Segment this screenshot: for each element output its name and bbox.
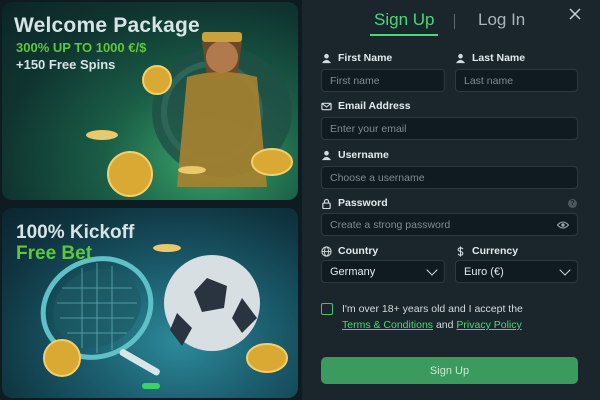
welcome-title: Welcome Package (14, 14, 200, 37)
first-name-field[interactable] (321, 69, 445, 92)
kickoff-card[interactable]: 100% Kickoff Free Bet (2, 208, 298, 398)
dollar-icon (457, 245, 464, 257)
username-label-text: Username (338, 149, 389, 161)
user-icon (321, 150, 332, 160)
password-label-text: Password (338, 197, 388, 209)
first-name-label-text: First Name (338, 52, 393, 64)
username-field[interactable] (321, 166, 578, 189)
signup-submit-button[interactable]: Sign Up (321, 357, 578, 384)
welcome-bonus: 300% UP TO 1000 €/$ (16, 40, 147, 55)
country-label: Country (321, 245, 378, 257)
active-tab-indicator (370, 34, 438, 36)
country-label-text: Country (338, 245, 379, 257)
tab-login[interactable]: Log In (478, 10, 525, 30)
age-terms-checkbox[interactable] (321, 303, 333, 315)
first-name-label: First Name (321, 52, 392, 64)
kickoff-subtitle: Free Bet (16, 243, 93, 264)
country-value: Germany (330, 265, 376, 278)
first-name-input[interactable] (330, 74, 436, 87)
terms-and-text: and (435, 319, 454, 331)
close-icon[interactable] (568, 8, 582, 22)
auth-tabs: Sign Up Log In (302, 8, 600, 38)
currency-label-text: Currency (472, 245, 519, 257)
currency-select[interactable]: Euro (€) (455, 260, 578, 283)
username-input[interactable] (330, 171, 569, 184)
welcome-spins: +150 Free Spins (16, 57, 116, 72)
currency-value: Euro (€) (464, 265, 504, 278)
country-select[interactable]: Germany (321, 260, 445, 283)
chevron-down-icon (559, 263, 571, 276)
last-name-input[interactable] (464, 74, 569, 87)
last-name-label: Last Name (455, 52, 525, 64)
email-input[interactable] (330, 122, 569, 135)
mail-icon (321, 102, 332, 110)
help-icon[interactable]: ? (568, 199, 577, 208)
promo-panel: Welcome Package 300% UP TO 1000 €/$ +150… (0, 0, 302, 400)
signup-panel: Sign Up Log In First Name Last Name Emai… (302, 0, 600, 400)
terms-conditions-link[interactable]: Terms & Conditions (342, 319, 433, 331)
chevron-down-icon (426, 263, 438, 276)
kickoff-title: 100% Kickoff (16, 222, 135, 243)
email-field[interactable] (321, 117, 578, 140)
eye-icon[interactable] (557, 219, 569, 231)
tab-signup[interactable]: Sign Up (374, 10, 434, 30)
email-label: Email Address (321, 100, 411, 112)
password-field[interactable] (321, 213, 578, 236)
username-label: Username (321, 149, 389, 161)
lock-icon (322, 198, 331, 209)
terms-links: Terms & Conditions and Privacy Policy (342, 319, 522, 331)
email-label-text: Email Address (338, 100, 411, 112)
user-icon (455, 53, 466, 63)
last-name-label-text: Last Name (472, 52, 526, 64)
currency-label: Currency (455, 245, 518, 257)
welcome-package-card[interactable]: Welcome Package 300% UP TO 1000 €/$ +150… (2, 2, 298, 200)
carousel-indicator[interactable] (142, 383, 160, 389)
password-label: Password (321, 197, 388, 209)
last-name-field[interactable] (455, 69, 578, 92)
password-input[interactable] (330, 218, 569, 231)
signup-modal: Welcome Package 300% UP TO 1000 €/$ +150… (0, 0, 600, 400)
globe-icon (321, 245, 332, 257)
tab-divider (454, 14, 455, 29)
user-icon (321, 53, 332, 63)
privacy-policy-link[interactable]: Privacy Policy (456, 319, 521, 331)
terms-text: I'm over 18+ years old and I accept the (342, 303, 523, 315)
